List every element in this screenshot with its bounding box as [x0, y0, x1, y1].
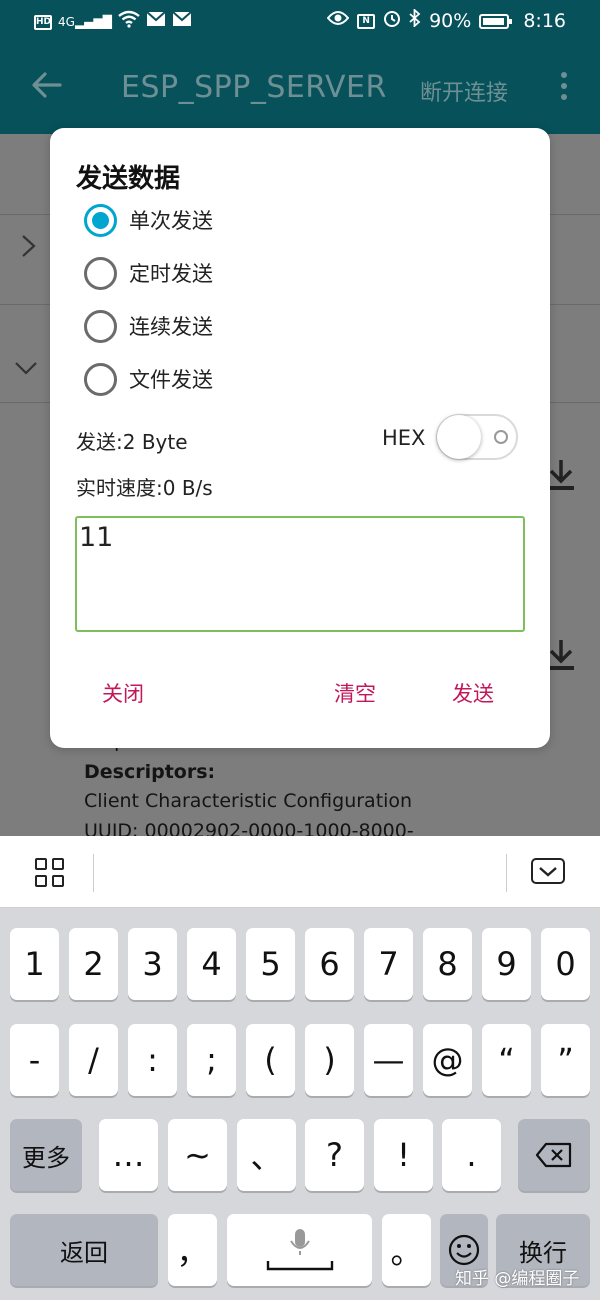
chevron-right-icon[interactable] [16, 234, 40, 258]
dialog-title: 发送数据 [76, 164, 181, 194]
key-exclamation[interactable]: ! [374, 1119, 433, 1191]
radio-label: 单次发送 [129, 209, 213, 233]
radio-unchecked-icon[interactable] [84, 309, 117, 343]
radio-unchecked-icon[interactable] [84, 362, 117, 396]
nfc-icon: N [357, 13, 376, 29]
key-colon[interactable]: : [128, 1024, 177, 1096]
send-data-input[interactable] [75, 516, 525, 632]
hd-icon: HD [34, 14, 52, 30]
key-at[interactable]: @ [423, 1024, 472, 1096]
status-bar: HD 4G▂▄▆█ N 90% 8:16 [0, 0, 600, 42]
signal-icon: 4G▂▄▆█ [58, 15, 112, 29]
close-button[interactable]: 关闭 [102, 678, 144, 708]
radio-single-send[interactable]: 单次发送 [84, 202, 213, 238]
keyboard-toolbar [0, 836, 600, 908]
radio-label: 连续发送 [129, 315, 213, 339]
key-4[interactable]: 4 [187, 928, 236, 1000]
clock: 8:16 [523, 10, 566, 32]
key-9[interactable]: 9 [482, 928, 531, 1000]
bluetooth-icon [409, 7, 421, 33]
send-byte-count: 发送:2 Byte [76, 430, 188, 454]
key-tilde[interactable]: ~ [168, 1119, 227, 1191]
key-dunhao[interactable]: 、 [237, 1119, 296, 1191]
hex-toggle[interactable] [436, 414, 518, 460]
send-button[interactable]: 发送 [452, 678, 494, 708]
toggle-knob [437, 415, 481, 459]
key-5[interactable]: 5 [246, 928, 295, 1000]
backspace-key[interactable] [518, 1119, 590, 1191]
space-key[interactable] [227, 1214, 372, 1286]
send-data-dialog: 发送数据 单次发送 定时发送 连续发送 文件发送 发送:2 Byte HEX 实… [50, 128, 550, 748]
backspace-icon [535, 1142, 572, 1168]
key-6[interactable]: 6 [305, 928, 354, 1000]
key-3[interactable]: 3 [128, 928, 177, 1000]
disconnect-button[interactable]: 断开连接 [420, 75, 508, 107]
toggle-off-indicator-icon [494, 430, 508, 444]
realtime-speed: 实时速度:0 B/s [76, 476, 213, 500]
watermark: 知乎 @编程圈子 [455, 1269, 580, 1289]
key-right-quote[interactable]: ” [541, 1024, 590, 1096]
key-2[interactable]: 2 [69, 928, 118, 1000]
toolbar-separator [506, 854, 507, 892]
wifi-icon [118, 10, 140, 34]
radio-label: 文件发送 [129, 368, 213, 392]
mail-icon [146, 11, 166, 33]
chevron-down-icon[interactable] [14, 356, 38, 380]
mail-icon-2 [172, 11, 192, 33]
download-icon[interactable] [546, 458, 576, 492]
descriptors-label: Descriptors: [84, 761, 216, 783]
radio-checked-icon[interactable] [84, 203, 117, 237]
more-options-icon[interactable] [558, 72, 570, 106]
key-comma[interactable]: ， [168, 1214, 217, 1286]
toolbar-separator [93, 854, 94, 892]
battery-percent: 90% [429, 10, 472, 32]
battery-icon [479, 13, 513, 29]
key-question[interactable]: ? [305, 1119, 364, 1191]
key-period[interactable]: . [442, 1119, 501, 1191]
eye-icon [326, 10, 350, 32]
hide-keyboard-icon[interactable] [531, 858, 565, 884]
radio-file-send[interactable]: 文件发送 [84, 361, 213, 397]
radio-label: 定时发送 [129, 262, 213, 286]
radio-continuous-send[interactable]: 连续发送 [84, 308, 213, 344]
key-left-paren[interactable]: ( [246, 1024, 295, 1096]
key-7[interactable]: 7 [364, 928, 413, 1000]
clear-button[interactable]: 清空 [334, 678, 376, 708]
more-symbols-key[interactable]: 更多 [10, 1119, 82, 1191]
key-hyphen[interactable]: - [10, 1024, 59, 1096]
key-semicolon[interactable]: ; [187, 1024, 236, 1096]
key-8[interactable]: 8 [423, 928, 472, 1000]
radio-unchecked-icon[interactable] [84, 256, 117, 290]
key-em-dash[interactable]: — [364, 1024, 413, 1096]
back-key[interactable]: 返回 [10, 1214, 158, 1286]
key-left-quote[interactable]: “ [482, 1024, 531, 1096]
key-slash[interactable]: / [69, 1024, 118, 1096]
descriptor-name: Client Characteristic Configuration [84, 790, 413, 812]
app-bar: ESP_SPP_SERVER 断开连接 [0, 42, 600, 134]
back-arrow-icon[interactable] [30, 68, 64, 102]
radio-timed-send[interactable]: 定时发送 [84, 255, 213, 291]
hex-label: HEX [382, 426, 426, 450]
key-1[interactable]: 1 [10, 928, 59, 1000]
emoji-icon [448, 1234, 480, 1266]
microphone-icon[interactable] [265, 1227, 335, 1273]
app-title: ESP_SPP_SERVER [121, 70, 387, 105]
key-ellipsis[interactable]: … [99, 1119, 158, 1191]
download-icon-2[interactable] [546, 638, 576, 672]
symbol-keyboard: 1 2 3 4 5 6 7 8 9 0 - / : ; ( ) — @ “ ” … [0, 908, 600, 1300]
key-0[interactable]: 0 [541, 928, 590, 1000]
keyboard-grid-icon[interactable] [35, 858, 65, 888]
alarm-icon [383, 9, 401, 33]
key-chinese-period[interactable]: 。 [382, 1214, 431, 1286]
key-right-paren[interactable]: ) [305, 1024, 354, 1096]
